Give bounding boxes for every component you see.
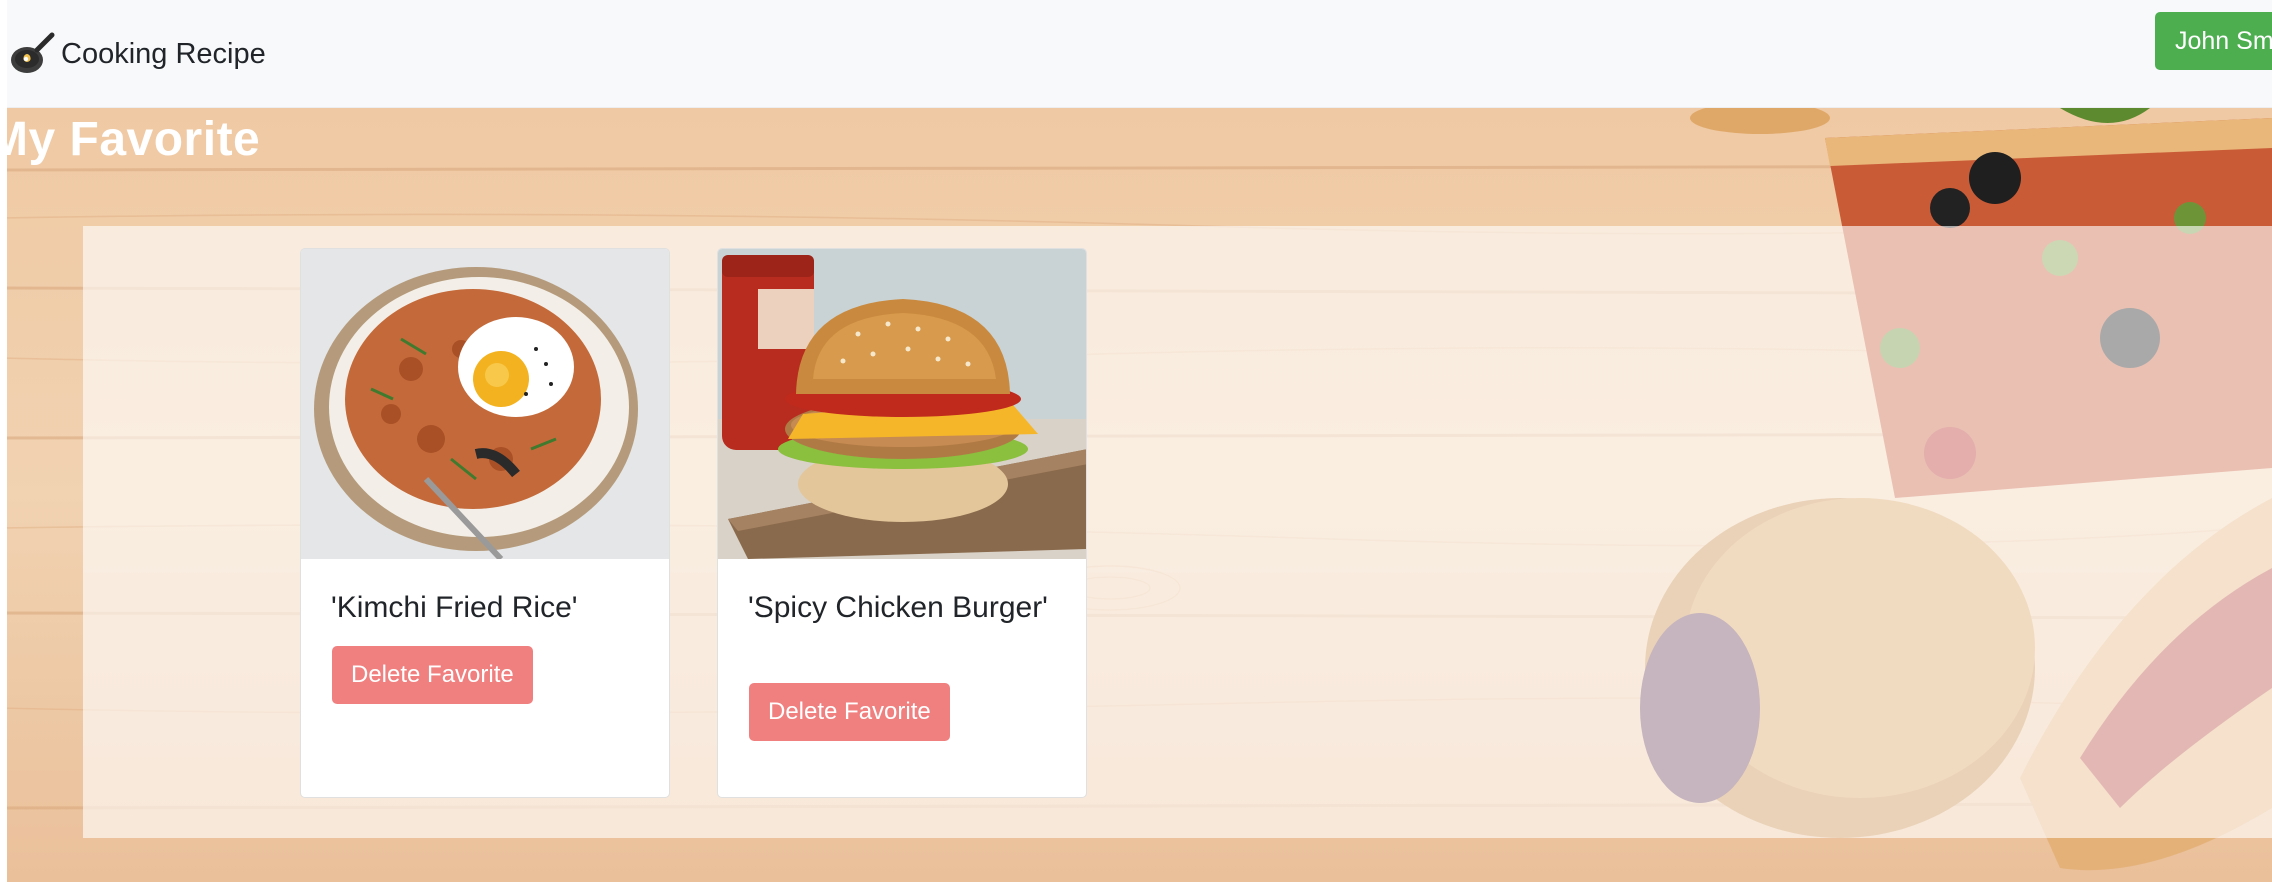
kimchi-fried-rice-photo: [301, 249, 669, 559]
top-navbar: Cooking Recipe John Smith: [0, 0, 2272, 108]
delete-favorite-button[interactable]: Delete Favorite: [332, 646, 533, 704]
brand-link[interactable]: Cooking Recipe: [8, 30, 266, 78]
frying-pan-icon: [11, 32, 55, 73]
brand-name: Cooking Recipe: [61, 37, 266, 70]
delete-favorite-button[interactable]: Delete Favorite: [749, 683, 950, 741]
recipe-title: 'Spicy Chicken Burger': [748, 591, 1048, 624]
favorite-card: 'Kimchi Fried Rice' Delete Favorite: [300, 248, 670, 798]
left-edge-strip: [0, 0, 7, 882]
recipe-title: 'Kimchi Fried Rice': [331, 591, 578, 624]
user-account-button[interactable]: John Smith: [2155, 12, 2272, 70]
favorite-card: 'Spicy Chicken Burger' Delete Favorite: [717, 248, 1087, 798]
spicy-chicken-burger-photo: [718, 249, 1086, 559]
page-title: My Favorite: [0, 113, 261, 166]
